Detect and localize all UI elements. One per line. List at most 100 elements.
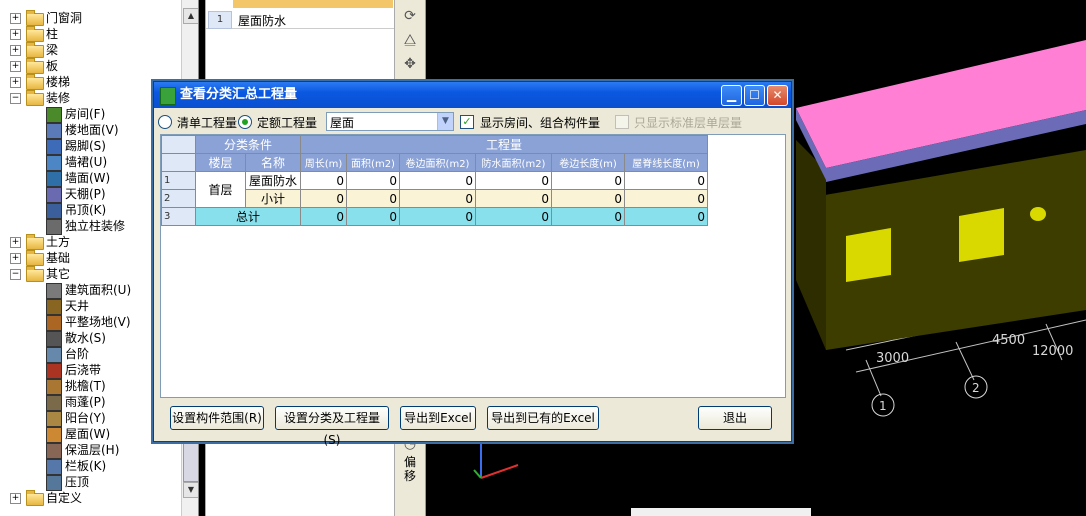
- value-cell[interactable]: 0: [300, 189, 347, 208]
- value-cell[interactable]: 0: [551, 171, 625, 190]
- rotate-icon[interactable]: ⟳: [402, 8, 418, 24]
- value-cell[interactable]: 0: [346, 189, 400, 208]
- component-icon: [46, 395, 62, 411]
- folder-icon: [26, 74, 44, 90]
- scroll-down-arrow[interactable]: ▼: [183, 482, 198, 498]
- quantity-grid[interactable]: 分类条件 工程量 楼层 名称 周长(m) 面积(m2) 卷边面积(m2) 防水面…: [160, 134, 786, 398]
- collapse-icon[interactable]: −: [10, 269, 21, 280]
- folder-icon: [26, 42, 44, 58]
- row-number: 2: [161, 189, 196, 208]
- expand-icon[interactable]: +: [10, 493, 21, 504]
- tree-item-component[interactable]: 压顶: [0, 474, 180, 491]
- tree-item-label: 梁: [46, 43, 59, 57]
- axis-label: 2: [972, 381, 980, 395]
- scroll-thumb[interactable]: [183, 440, 198, 482]
- expand-icon[interactable]: +: [10, 29, 21, 40]
- minimize-button[interactable]: ▁: [721, 85, 742, 106]
- collapse-icon[interactable]: −: [10, 93, 21, 104]
- expand-icon[interactable]: +: [10, 13, 21, 24]
- radio-bill-quantity[interactable]: [158, 115, 172, 129]
- total-label[interactable]: 总计: [195, 207, 301, 226]
- component-icon: [46, 283, 62, 299]
- show-rooms-label[interactable]: 显示房间、组合构件量: [480, 114, 600, 131]
- app-icon: [160, 87, 176, 105]
- scroll-up-arrow[interactable]: ▲: [183, 8, 198, 24]
- tree-item-label: 天井: [65, 299, 90, 313]
- export-existing-excel-button[interactable]: 导出到已有的Excel: [487, 406, 599, 430]
- tree-item-component[interactable]: 保温层(H): [0, 442, 180, 459]
- dimension-label: 12000: [1032, 344, 1073, 359]
- set-range-button[interactable]: 设置构件范围(R): [170, 406, 264, 430]
- expand-icon[interactable]: +: [10, 77, 21, 88]
- value-cell[interactable]: 0: [300, 207, 347, 226]
- column-header[interactable]: 名称: [245, 153, 301, 172]
- radio-quota-label[interactable]: 定额工程量: [257, 114, 317, 131]
- component-icon: [46, 155, 62, 171]
- maximize-button[interactable]: ☐: [744, 85, 765, 106]
- value-cell[interactable]: 0: [475, 207, 552, 226]
- expand-icon[interactable]: +: [10, 45, 21, 56]
- axis-gizmo-icon: [473, 440, 519, 479]
- folder-icon: [26, 490, 44, 506]
- dialog-titlebar[interactable]: 查看分类汇总工程量 ▁ ☐ ✕: [154, 82, 791, 108]
- dialog-title: 查看分类汇总工程量: [180, 87, 298, 102]
- value-cell[interactable]: 0: [624, 189, 708, 208]
- table-row[interactable]: 3 总计 0 0 0 0 0 0: [161, 207, 708, 226]
- folder-icon: [26, 26, 44, 42]
- tree-item-folder[interactable]: + 门窗洞: [0, 10, 180, 26]
- column-header[interactable]: 卷边面积(m2): [399, 153, 476, 172]
- component-icon: [46, 379, 62, 395]
- value-cell[interactable]: 0: [300, 171, 347, 190]
- row-value: 屋面防水: [238, 14, 287, 28]
- tree-item-folder[interactable]: + 柱: [0, 26, 180, 42]
- value-cell[interactable]: 0: [346, 207, 400, 226]
- expand-icon[interactable]: +: [10, 237, 21, 248]
- value-cell[interactable]: 0: [551, 189, 625, 208]
- offset-label[interactable]: 偏移: [404, 455, 418, 483]
- value-cell[interactable]: 0: [551, 207, 625, 226]
- std-floor-checkbox[interactable]: [615, 115, 629, 129]
- value-cell[interactable]: 0: [346, 171, 400, 190]
- tree-item-folder[interactable]: + 梁: [0, 42, 180, 58]
- value-cell[interactable]: 0: [399, 207, 476, 226]
- tree-item-component[interactable]: 栏板(K): [0, 458, 180, 475]
- chevron-down-icon[interactable]: ▼: [437, 113, 453, 130]
- value-cell[interactable]: 0: [624, 207, 708, 226]
- column-header[interactable]: 周长(m): [300, 153, 347, 172]
- column-header[interactable]: 卷边长度(m): [551, 153, 625, 172]
- value-cell[interactable]: 0: [624, 171, 708, 190]
- value-cell[interactable]: 0: [475, 171, 552, 190]
- tree-item-folder[interactable]: + 板: [0, 58, 180, 74]
- mirror-icon[interactable]: ⧋: [402, 32, 418, 48]
- show-rooms-checkbox[interactable]: ✓: [460, 115, 474, 129]
- expand-icon[interactable]: +: [10, 61, 21, 72]
- close-button[interactable]: ✕: [767, 85, 788, 106]
- expand-icon[interactable]: +: [10, 253, 21, 264]
- name-cell[interactable]: 屋面防水: [245, 171, 301, 190]
- tree-item-folder[interactable]: + 自定义: [0, 490, 180, 506]
- radio-quota-quantity[interactable]: [238, 115, 252, 129]
- tree-item-label: 吊顶(K): [65, 203, 107, 217]
- set-category-button[interactable]: 设置分类及工程量(S): [275, 406, 389, 447]
- column-header[interactable]: 防水面积(m2): [475, 153, 552, 172]
- column-header[interactable]: 面积(m2): [346, 153, 400, 172]
- value-cell[interactable]: 0: [399, 171, 476, 190]
- component-type-select[interactable]: 屋面 ▼: [326, 112, 454, 131]
- radio-bill-label[interactable]: 清单工程量: [177, 114, 237, 131]
- column-header[interactable]: 屋脊线长度(m): [624, 153, 708, 172]
- floor-cell[interactable]: 首层: [195, 171, 246, 208]
- export-excel-button[interactable]: 导出到Excel: [400, 406, 476, 430]
- summary-quantity-dialog: 查看分类汇总工程量 ▁ ☐ ✕ 清单工程量 定额工程量 屋面 ▼ ✓ 显示房间、…: [153, 81, 792, 447]
- value-cell[interactable]: 0: [399, 189, 476, 208]
- value-cell[interactable]: 0: [475, 189, 552, 208]
- table-row[interactable]: 1 首层 屋面防水 0 0 0 0 0 0: [161, 171, 708, 208]
- name-cell[interactable]: 小计: [245, 189, 301, 208]
- list-item[interactable]: 1 屋面防水: [206, 10, 394, 29]
- component-icon: [46, 427, 62, 443]
- move-icon[interactable]: ✥: [402, 56, 418, 72]
- column-header[interactable]: 楼层: [195, 153, 246, 172]
- tree-item-label: 建筑面积(U): [65, 283, 132, 297]
- tree-item-label: 其它: [46, 267, 71, 281]
- exit-button[interactable]: 退出: [698, 406, 772, 430]
- tree-item-label: 柱: [46, 27, 59, 41]
